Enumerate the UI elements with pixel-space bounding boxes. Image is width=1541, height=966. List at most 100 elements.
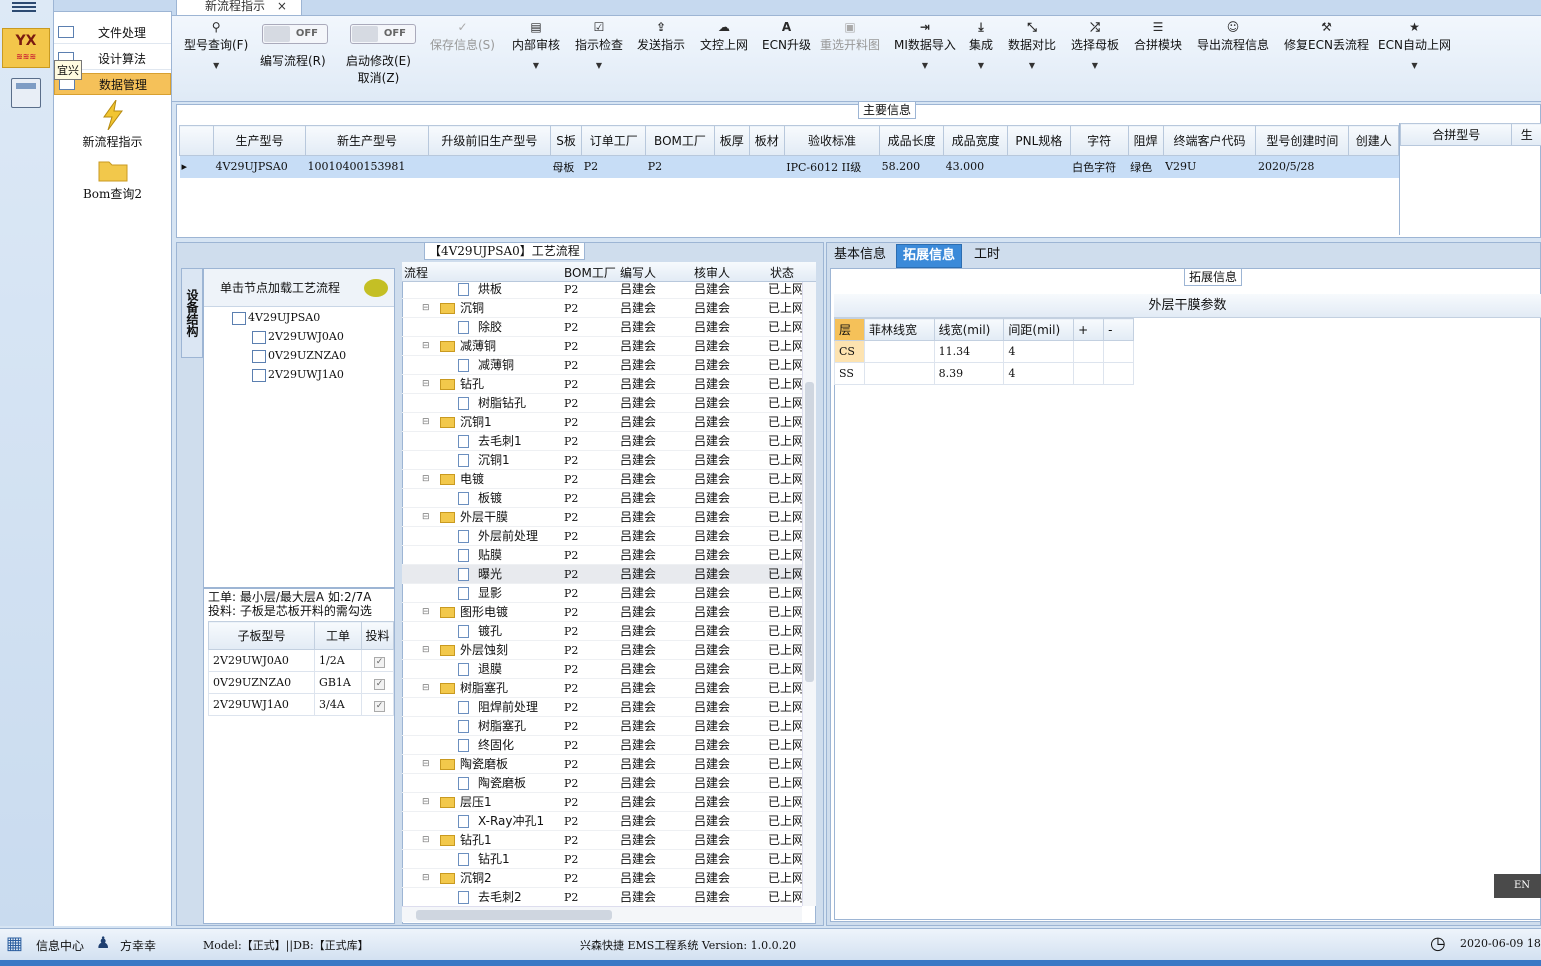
column-header[interactable]: 生	[1511, 123, 1541, 146]
send-instruction-button[interactable]: ⇪ 发送指示	[637, 20, 685, 53]
process-row[interactable]: ⊟ 钻孔1 P2 吕建会 吕建会 已上网	[402, 831, 802, 850]
internal-review-button[interactable]: ▤ 内部审核 ▼	[512, 20, 560, 70]
process-row[interactable]: 树脂钻孔 P2 吕建会 吕建会 已上网	[402, 394, 802, 413]
collapse-icon[interactable]: ⊟	[422, 470, 430, 489]
select-motherboard-button[interactable]: ⤮ 选择母板 ▼	[1071, 20, 1119, 70]
integrate-button[interactable]: ⤓ 集成 ▼	[969, 20, 993, 70]
process-row[interactable]: 陶瓷磨板 P2 吕建会 吕建会 已上网	[402, 774, 802, 793]
column-header[interactable]: S板	[549, 125, 583, 156]
splitter[interactable]	[204, 587, 394, 589]
process-row[interactable]: ⊟ 树脂塞孔 P2 吕建会 吕建会 已上网	[402, 679, 802, 698]
collapse-icon[interactable]: ⊟	[422, 413, 430, 432]
column-header[interactable]: 订单工厂	[581, 125, 647, 156]
add-column-button[interactable]: +	[1073, 318, 1105, 341]
tab-extended-info[interactable]: 拓展信息	[896, 244, 963, 268]
process-row[interactable]: ⊟ 外层蚀刻 P2 吕建会 吕建会 已上网	[402, 641, 802, 660]
column-header[interactable]: 升级前旧生产型号	[428, 125, 551, 156]
tab-device-structure[interactable]: 设备结构	[181, 268, 203, 358]
process-row[interactable]: 终固化 P2 吕建会 吕建会 已上网	[402, 736, 802, 755]
ecn-auto-online-button[interactable]: ★ ECN自动上网 ▼	[1378, 20, 1451, 70]
grid-icon[interactable]: ▦	[6, 933, 23, 954]
start-modify-toggle[interactable]: OFF	[350, 24, 416, 44]
process-row[interactable]: 显影 P2 吕建会 吕建会 已上网	[402, 584, 802, 603]
collapse-icon[interactable]: ⊟	[422, 375, 430, 394]
column-header[interactable]: 终端客户代码	[1162, 125, 1257, 156]
write-process-toggle[interactable]: OFF	[262, 24, 328, 44]
table-row[interactable]: ▸ 4V29UJPSA0 10010400153981 母板 P2 P2 IPC-6012 …	[179, 155, 1399, 178]
collapse-icon[interactable]: ⊟	[422, 603, 430, 622]
table-row[interactable]: CS 11.34 4	[834, 340, 1134, 363]
info-center-link[interactable]: 信息中心	[36, 937, 84, 954]
process-row[interactable]: 退膜 P2 吕建会 吕建会 已上网	[402, 660, 802, 679]
tab-work-hours[interactable]: 工时	[968, 244, 1006, 268]
tree-node-root[interactable]: 4V29UJPSA0	[232, 309, 320, 327]
process-row[interactable]: 树脂塞孔 P2 吕建会 吕建会 已上网	[402, 717, 802, 736]
collapse-icon[interactable]: ⊟	[422, 793, 430, 812]
vertical-scrollbar[interactable]	[802, 282, 816, 906]
cancel-label[interactable]: 取消(Z)	[358, 71, 400, 85]
process-row[interactable]: 镀孔 P2 吕建会 吕建会 已上网	[402, 622, 802, 641]
export-process-button[interactable]: ☺ 导出流程信息	[1197, 20, 1269, 53]
column-header[interactable]: 板材	[748, 125, 785, 156]
close-icon[interactable]: ×	[277, 0, 287, 13]
process-row[interactable]: ⊟ 沉铜 P2 吕建会 吕建会 已上网	[402, 299, 802, 318]
column-header[interactable]: 新生产型号	[304, 125, 430, 156]
process-row[interactable]: 沉铜1 P2 吕建会 吕建会 已上网	[402, 451, 802, 470]
process-row[interactable]: 贴膜 P2 吕建会 吕建会 已上网	[402, 546, 802, 565]
collapse-icon[interactable]: ⊟	[422, 299, 430, 318]
column-header[interactable]: 字符	[1069, 125, 1129, 156]
process-row[interactable]: 外层前处理 P2 吕建会 吕建会 已上网	[402, 527, 802, 546]
module-file-processing[interactable]: 文件处理	[54, 22, 171, 44]
app-logo[interactable]: YX ≋≋≋	[2, 28, 50, 68]
hamburger-menu-icon[interactable]	[12, 0, 36, 14]
tree-node[interactable]: 2V29UWJ0A0	[252, 328, 344, 346]
horizontal-scrollbar[interactable]	[402, 906, 802, 922]
column-header[interactable]: 型号创建时间	[1255, 125, 1350, 156]
column-header[interactable]: PNL规格	[1007, 125, 1071, 156]
process-row[interactable]: 阻焊前处理 P2 吕建会 吕建会 已上网	[402, 698, 802, 717]
process-row[interactable]: 减薄铜 P2 吕建会 吕建会 已上网	[402, 356, 802, 375]
column-header[interactable]: BOM工厂	[645, 125, 715, 156]
tree-node[interactable]: 0V29UZNZA0	[252, 347, 346, 365]
collapse-icon[interactable]: ⊟	[422, 508, 430, 527]
process-row[interactable]: ⊟ 电镀 P2 吕建会 吕建会 已上网	[402, 470, 802, 489]
collapse-icon[interactable]: ⊟	[422, 679, 430, 698]
tab-basic-info[interactable]: 基本信息	[828, 244, 892, 268]
repair-ecn-button[interactable]: ⚒ 修复ECN丢流程	[1284, 20, 1369, 53]
table-row[interactable]: 0V29UZNZA0 GB1A ✓	[207, 671, 394, 694]
process-row[interactable]: 板镀 P2 吕建会 吕建会 已上网	[402, 489, 802, 508]
tab-new-process[interactable]: 新流程指示 ×	[176, 0, 302, 16]
process-row[interactable]: ⊟ 沉铜1 P2 吕建会 吕建会 已上网	[402, 413, 802, 432]
process-row[interactable]: ⊟ 钻孔 P2 吕建会 吕建会 已上网	[402, 375, 802, 394]
calculator-icon[interactable]	[11, 78, 41, 108]
table-row[interactable]: 2V29UWJ1A0 3/4A ✓	[207, 693, 394, 716]
comment-icon[interactable]	[364, 279, 388, 297]
data-compare-button[interactable]: ⤡ 数据对比 ▼	[1008, 20, 1056, 70]
column-header[interactable]: 成品宽度	[943, 125, 1009, 156]
feed-checkbox[interactable]: ✓	[374, 678, 386, 690]
ime-indicator[interactable]: EN	[1494, 874, 1541, 898]
column-header[interactable]: 板厚	[713, 125, 750, 156]
column-header[interactable]: 阻焊	[1127, 125, 1164, 156]
process-row[interactable]: ⊟ 图形电镀 P2 吕建会 吕建会 已上网	[402, 603, 802, 622]
column-header[interactable]: 验收标准	[783, 125, 881, 156]
collapse-icon[interactable]: ⊟	[422, 831, 430, 850]
column-header[interactable]: 生产型号	[213, 125, 306, 156]
bom-query-launcher[interactable]: Bom查询2	[54, 158, 171, 202]
process-row[interactable]: 除胶 P2 吕建会 吕建会 已上网	[402, 318, 802, 337]
process-row[interactable]: 去毛刺2 P2 吕建会 吕建会 已上网	[402, 888, 802, 906]
instruction-check-button[interactable]: ☑ 指示检查 ▼	[575, 20, 623, 70]
process-row[interactable]: ⊟ 外层干膜 P2 吕建会 吕建会 已上网	[402, 508, 802, 527]
feed-checkbox[interactable]: ✓	[374, 656, 386, 668]
process-row[interactable]: ⊟ 沉铜2 P2 吕建会 吕建会 已上网	[402, 869, 802, 888]
merge-module-button[interactable]: ☰ 合拼模块	[1134, 20, 1182, 53]
model-query-button[interactable]: ⚲ 型号查询(F) ▼	[184, 20, 248, 70]
process-row[interactable]: ⊟ 陶瓷磨板 P2 吕建会 吕建会 已上网	[402, 755, 802, 774]
doc-control-online-button[interactable]: ☁ 文控上网	[700, 20, 748, 53]
process-row[interactable]: 烘板 P2 吕建会 吕建会 已上网	[402, 282, 802, 299]
tree-node[interactable]: 2V29UWJ1A0	[252, 366, 344, 384]
collapse-icon[interactable]: ⊟	[422, 755, 430, 774]
process-row[interactable]: 去毛刺1 P2 吕建会 吕建会 已上网	[402, 432, 802, 451]
process-row[interactable]: 钻孔1 P2 吕建会 吕建会 已上网	[402, 850, 802, 869]
collapse-icon[interactable]: ⊟	[422, 641, 430, 660]
